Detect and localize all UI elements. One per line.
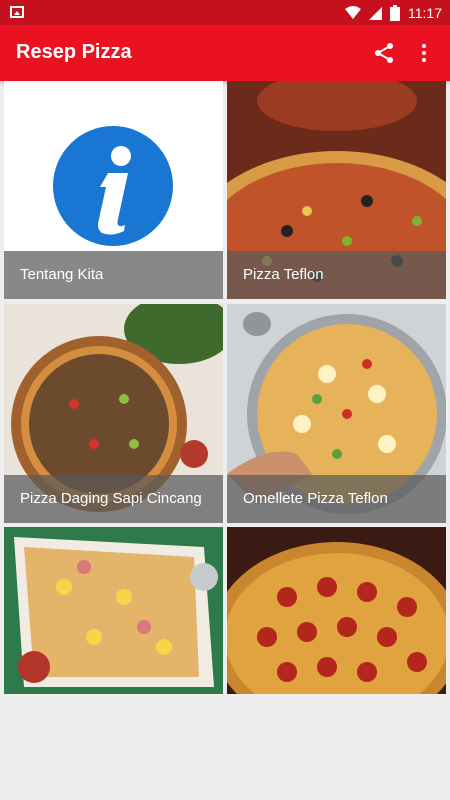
tile-caption: Tentang Kita xyxy=(4,251,223,299)
pizza-photo xyxy=(4,527,223,694)
wifi-icon xyxy=(345,5,361,19)
tile-pizza-daging-sapi-cincang[interactable]: Pizza Daging Sapi Cincang xyxy=(4,304,223,523)
tile-pizza-teflon[interactable]: Pizza Teflon xyxy=(227,81,446,299)
tile-tentang-kita[interactable]: Tentang Kita xyxy=(4,81,223,299)
tile-caption: Pizza Teflon xyxy=(227,251,446,299)
tile-caption: Omellete Pizza Teflon xyxy=(227,475,446,523)
status-bar: 11:17 xyxy=(0,0,450,25)
status-time: 11:17 xyxy=(408,4,442,21)
tile-omellete-pizza-teflon[interactable]: Omellete Pizza Teflon xyxy=(227,304,446,523)
tile-label: Tentang Kita xyxy=(20,266,104,283)
tile-label: Pizza Daging Sapi Cincang xyxy=(20,490,202,507)
tile-pizza-6[interactable] xyxy=(227,527,446,694)
battery-icon xyxy=(390,4,400,21)
more-vert-icon[interactable] xyxy=(412,41,436,65)
tile-label: Pizza Teflon xyxy=(243,266,324,283)
app-title: Resep Pizza xyxy=(16,41,132,63)
tile-pizza-5[interactable] xyxy=(4,527,223,694)
gallery-notification-icon xyxy=(10,6,24,18)
pizza-photo xyxy=(227,527,446,694)
cell-signal-icon xyxy=(369,6,382,20)
app-bar: Resep Pizza xyxy=(0,25,450,81)
share-icon[interactable] xyxy=(372,41,396,65)
tile-label: Omellete Pizza Teflon xyxy=(243,490,388,507)
status-icons: 11:17 xyxy=(345,0,442,25)
tile-caption: Pizza Daging Sapi Cincang xyxy=(4,475,223,523)
